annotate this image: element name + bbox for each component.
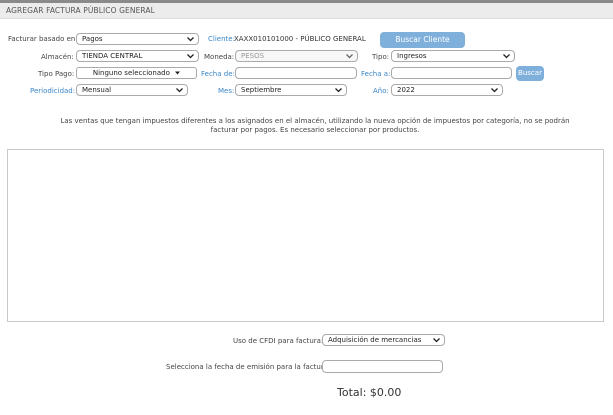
fecha-emision-label: Selecciona la fecha de emisión para la f…	[166, 363, 331, 371]
facturar-basado-select[interactable]: Pagos	[76, 33, 199, 45]
cliente-label: Cliente:	[208, 35, 235, 43]
facturar-basado-value: Pagos	[82, 35, 103, 43]
moneda-value: PESOS	[241, 52, 265, 60]
buscar-button[interactable]: Buscar	[516, 66, 544, 81]
page-title: AGREGAR FACTURA PÚBLICO GENERAL	[6, 6, 155, 15]
tipo-select[interactable]: Ingresos	[391, 50, 515, 62]
tipo-label: Tipo:	[372, 53, 390, 61]
moneda-label: Moneda:	[204, 53, 235, 61]
results-area	[7, 149, 604, 322]
periodicidad-select[interactable]: Mensual	[76, 84, 188, 96]
fecha-a-label: Fecha a:	[361, 70, 391, 78]
fecha-de-input[interactable]	[235, 67, 357, 79]
anio-label: Año:	[373, 87, 389, 95]
moneda-select[interactable]: PESOS	[235, 50, 358, 62]
fecha-a-input[interactable]	[391, 67, 512, 79]
tipo-pago-value: Ninguno seleccionado	[92, 69, 170, 77]
chevron-down-icon	[345, 51, 354, 61]
chevron-down-icon	[432, 335, 441, 345]
tipo-pago-label: Tipo Pago:	[38, 70, 75, 78]
notice-text: Las ventas que tengan impuestos diferent…	[60, 117, 570, 134]
tipo-value: Ingresos	[397, 52, 427, 60]
almacen-label: Almacén:	[41, 53, 74, 61]
almacen-select[interactable]: TIENDA CENTRAL	[76, 50, 199, 62]
uso-cfdi-value: Adquisición de mercancias	[328, 336, 422, 344]
chevron-down-icon	[490, 85, 499, 95]
tipo-pago-multiselect[interactable]: Ninguno seleccionado	[76, 67, 197, 79]
chevron-down-icon	[175, 85, 184, 95]
buscar-cliente-button[interactable]: Buscar Cliente	[380, 32, 465, 48]
chevron-down-icon	[334, 85, 343, 95]
chevron-down-icon	[502, 51, 511, 61]
mes-label: Mes:	[218, 87, 235, 95]
total-amount: Total: $0.00	[337, 386, 402, 399]
mes-value: Septiembre	[241, 86, 282, 94]
periodicidad-label: Periodicidad:	[30, 87, 76, 95]
uso-cfdi-label: Uso de CFDI para factura:	[233, 337, 324, 345]
anio-select[interactable]: 2022	[391, 84, 503, 96]
facturar-basado-label: Facturar basado en:	[8, 35, 78, 43]
fecha-emision-input[interactable]	[322, 360, 443, 373]
fecha-de-label: Fecha de:	[201, 70, 235, 78]
panel-header: AGREGAR FACTURA PÚBLICO GENERAL	[0, 3, 613, 19]
chevron-down-icon	[186, 51, 195, 61]
caret-down-icon	[175, 68, 181, 78]
anio-value: 2022	[397, 86, 415, 94]
mes-select[interactable]: Septiembre	[235, 84, 347, 96]
periodicidad-value: Mensual	[82, 86, 112, 94]
cliente-value: XAXX010101000 - PÚBLICO GENERAL	[234, 35, 366, 43]
almacen-value: TIENDA CENTRAL	[82, 52, 143, 60]
uso-cfdi-select[interactable]: Adquisición de mercancias	[322, 334, 445, 346]
chevron-down-icon	[186, 34, 195, 44]
